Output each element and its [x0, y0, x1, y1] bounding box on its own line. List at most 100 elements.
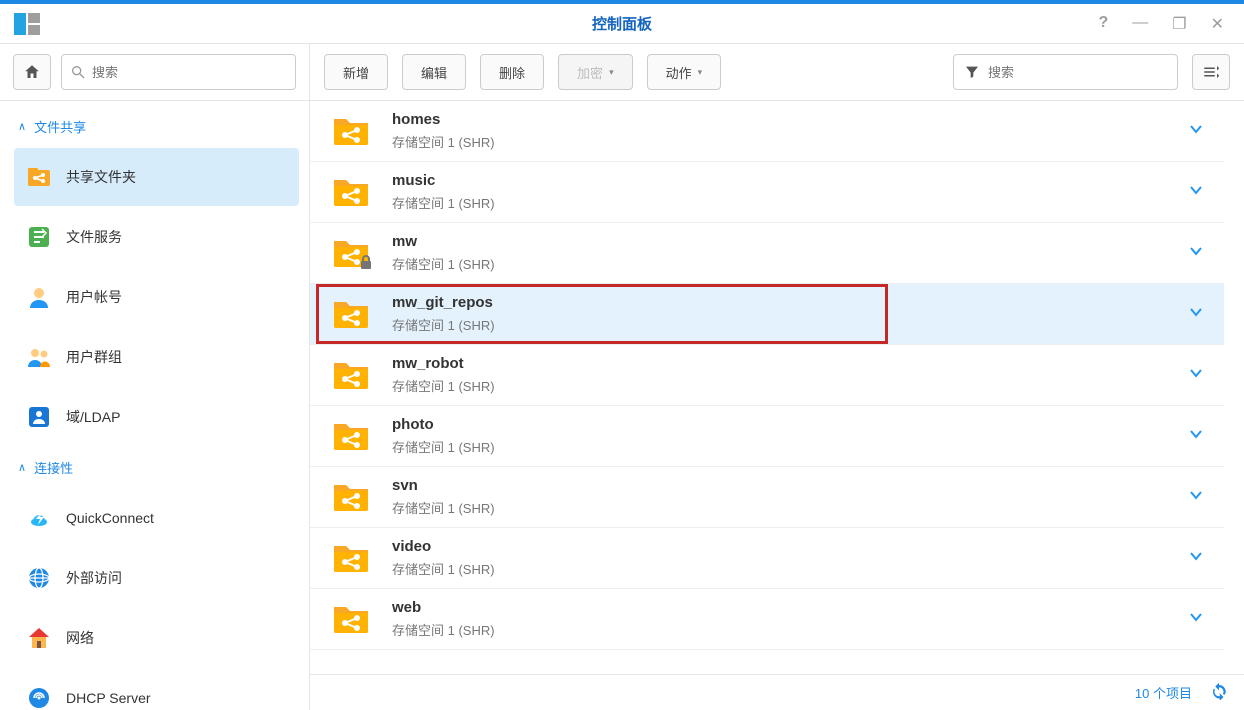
- sidebar-search-input[interactable]: [92, 65, 287, 80]
- expand-button[interactable]: [1184, 178, 1208, 207]
- folder-sub: 存储空间 1 (SHR): [392, 437, 1184, 456]
- share-folder-icon: [332, 603, 370, 635]
- folder-text: video存储空间 1 (SHR): [392, 538, 1184, 578]
- chevron-down-icon: [1188, 182, 1204, 198]
- encrypt-button[interactable]: 加密 ▾: [558, 54, 633, 90]
- folder-row[interactable]: svn存储空间 1 (SHR): [310, 467, 1224, 528]
- folder-row[interactable]: homes 存储空间 1 (SHR): [310, 101, 1224, 162]
- nav-item[interactable]: 域/LDAP: [14, 388, 299, 446]
- section-header[interactable]: ∧ 文件共享: [10, 107, 303, 146]
- action-button[interactable]: 动作 ▾: [647, 54, 722, 90]
- nav-item-label: 用户帐号: [66, 287, 122, 307]
- chevron-down-icon: [1188, 365, 1204, 381]
- list-settings-button[interactable]: [1192, 54, 1230, 90]
- folder-name: music: [392, 172, 1184, 189]
- refresh-button[interactable]: [1210, 682, 1228, 703]
- maximize-icon[interactable]: ❐: [1172, 14, 1186, 34]
- section-label: 连接性: [34, 458, 73, 477]
- delete-button[interactable]: 删除: [480, 54, 544, 90]
- home-icon: [23, 63, 41, 81]
- new-button[interactable]: 新增: [324, 54, 388, 90]
- chevron-down-icon: [1188, 304, 1204, 320]
- share-folder-icon: [332, 237, 370, 269]
- folder-row[interactable]: music存储空间 1 (SHR): [310, 162, 1224, 223]
- file-service-icon: [26, 224, 52, 250]
- expand-button[interactable]: [1184, 422, 1208, 451]
- nav-item-label: 网络: [66, 628, 94, 648]
- network-icon: [26, 625, 52, 651]
- expand-button[interactable]: [1184, 117, 1208, 146]
- folder-name: mw: [392, 233, 1184, 250]
- group-icon: [26, 344, 52, 370]
- sidebar-search[interactable]: [61, 54, 296, 90]
- help-icon[interactable]: ?: [1098, 14, 1108, 34]
- sidebar: ∧ 文件共享共享文件夹文件服务用户帐号用户群组域/LDAP ∧ 连接性 QuickCon…: [0, 44, 310, 710]
- folder-text: photo存储空间 1 (SHR): [392, 416, 1184, 456]
- folder-row[interactable]: web 存储空间 1 (SHR): [310, 589, 1224, 650]
- folder-row[interactable]: photo存储空间 1 (SHR): [310, 406, 1224, 467]
- folder-row[interactable]: mw_robot存储空间 1 (SHR): [310, 345, 1224, 406]
- list-settings-icon: [1202, 63, 1220, 81]
- chevron-down-icon: [1188, 121, 1204, 137]
- nav-item-label: QuickConnect: [66, 510, 154, 526]
- expand-button[interactable]: [1184, 483, 1208, 512]
- expand-button[interactable]: [1184, 300, 1208, 329]
- nav-item[interactable]: QuickConnect: [14, 489, 299, 547]
- expand-button[interactable]: [1184, 361, 1208, 390]
- folder-text: music存储空间 1 (SHR): [392, 172, 1184, 212]
- home-button[interactable]: [13, 54, 51, 90]
- folder-text: mw 存储空间 1 (SHR): [392, 233, 1184, 273]
- folder-sub: 存储空间 1 (SHR): [392, 254, 1184, 273]
- titlebar: 控制面板 ? — ❐ ✕: [0, 0, 1244, 44]
- funnel-icon: [964, 64, 980, 80]
- folder-sub: 存储空间 1 (SHR): [392, 315, 1184, 334]
- close-icon[interactable]: ✕: [1211, 14, 1224, 34]
- folder-text: homes 存储空间 1 (SHR): [392, 111, 1184, 151]
- nav-item-label: 文件服务: [66, 227, 122, 247]
- quickconnect-icon: [26, 505, 52, 531]
- share-folder-icon: [332, 359, 370, 391]
- nav-item[interactable]: 外部访问: [14, 549, 299, 607]
- minimize-icon[interactable]: —: [1132, 14, 1148, 34]
- nav-item[interactable]: 文件服务: [14, 208, 299, 266]
- expand-button[interactable]: [1184, 239, 1208, 268]
- folder-name: video: [392, 538, 1184, 555]
- folder-name: homes: [392, 111, 1184, 128]
- edit-button[interactable]: 编辑: [402, 54, 466, 90]
- chevron-down-icon: [1188, 426, 1204, 442]
- nav-item[interactable]: 共享文件夹: [14, 148, 299, 206]
- main-panel: 新增 编辑 删除 加密 ▾ 动作 ▾ homes 存储空间 1 (SHR) musi…: [310, 44, 1244, 710]
- chevron-up-icon: ∧: [18, 120, 26, 133]
- dhcp-icon: [26, 685, 52, 710]
- nav-item-label: 共享文件夹: [66, 167, 136, 187]
- user-icon: [26, 284, 52, 310]
- expand-button[interactable]: [1184, 544, 1208, 573]
- folder-row[interactable]: mw 存储空间 1 (SHR): [310, 223, 1224, 284]
- nav-item-label: 域/LDAP: [66, 407, 120, 427]
- chevron-up-icon: ∧: [18, 461, 26, 474]
- share-folder-icon: [332, 176, 370, 208]
- section-label: 文件共享: [34, 117, 86, 136]
- folder-sub: 存储空间 1 (SHR): [392, 376, 1184, 395]
- filter-box[interactable]: [953, 54, 1178, 90]
- expand-button[interactable]: [1184, 605, 1208, 634]
- folder-sub: 存储空间 1 (SHR): [392, 620, 1184, 639]
- folder-name: web: [392, 599, 1184, 616]
- folder-sub: 存储空间 1 (SHR): [392, 132, 1184, 151]
- folder-text: svn存储空间 1 (SHR): [392, 477, 1184, 517]
- folder-row[interactable]: video存储空间 1 (SHR): [310, 528, 1224, 589]
- share-folder-icon: [332, 420, 370, 452]
- nav-item-label: 外部访问: [66, 568, 122, 588]
- nav-item[interactable]: 网络: [14, 609, 299, 667]
- folder-sub: 存储空间 1 (SHR): [392, 498, 1184, 517]
- folder-row[interactable]: mw_git_repos存储空间 1 (SHR): [310, 284, 1224, 345]
- chevron-down-icon: [1188, 243, 1204, 259]
- app-icon: [12, 9, 42, 39]
- nav-item[interactable]: 用户群组: [14, 328, 299, 386]
- section-header[interactable]: ∧ 连接性: [10, 448, 303, 487]
- filter-input[interactable]: [988, 65, 1167, 80]
- ldap-icon: [26, 404, 52, 430]
- search-icon: [70, 64, 86, 80]
- nav-item[interactable]: DHCP Server: [14, 669, 299, 710]
- nav-item[interactable]: 用户帐号: [14, 268, 299, 326]
